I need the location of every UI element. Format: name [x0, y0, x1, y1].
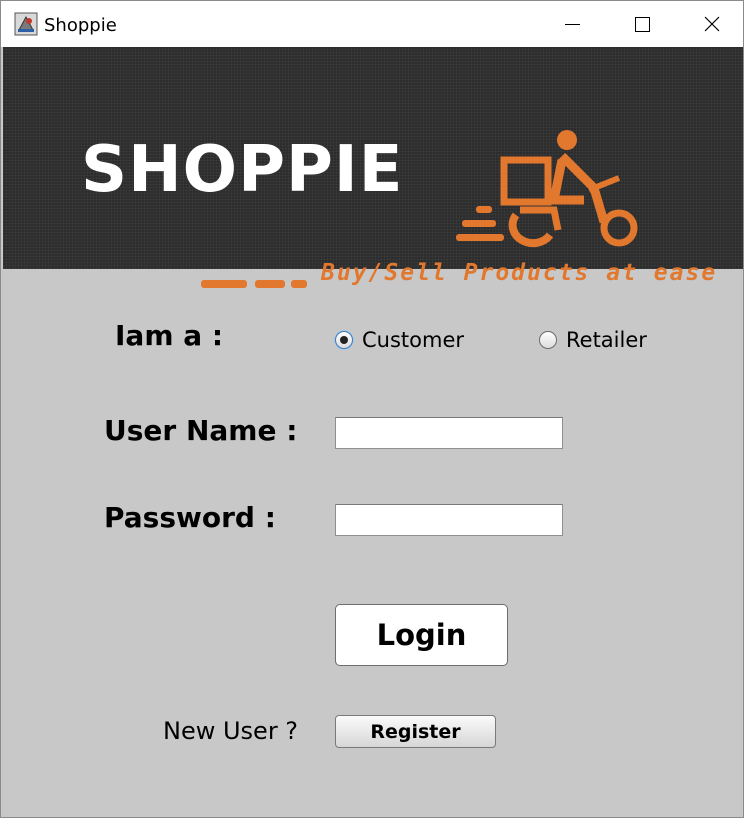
radio-retailer-label: Retailer — [566, 328, 647, 352]
minimize-icon — [565, 24, 580, 25]
password-input[interactable] — [335, 504, 563, 536]
close-button[interactable] — [682, 1, 742, 47]
role-label: Iam a : — [115, 319, 224, 352]
delivery-scooter-logo — [456, 130, 638, 248]
java-app-icon — [14, 12, 38, 36]
window-title: Shoppie — [44, 15, 117, 36]
radio-customer-label: Customer — [362, 328, 465, 352]
close-icon — [704, 16, 720, 32]
brand-banner: SHOPPIE Buy/Sell Products at ease — [3, 47, 743, 288]
username-label: User Name : — [104, 414, 298, 447]
maximize-icon — [635, 17, 650, 32]
radio-customer-indicator[interactable] — [335, 331, 353, 349]
new-user-label: New User ? — [163, 717, 299, 745]
maximize-button[interactable] — [612, 1, 672, 47]
radio-retailer-indicator[interactable] — [539, 331, 557, 349]
username-input[interactable] — [335, 417, 563, 449]
speed-dashes-decoration — [201, 280, 307, 288]
minimize-button[interactable] — [542, 1, 602, 47]
radio-retailer[interactable]: Retailer — [539, 328, 647, 352]
app-window: Shoppie SHOPPIE Buy/Sell Products at eas… — [0, 0, 744, 818]
register-button[interactable]: Register — [335, 715, 496, 748]
login-button[interactable]: Login — [335, 604, 508, 666]
brand-logo-text: SHOPPIE — [81, 133, 404, 207]
brand-tagline: Buy/Sell Products at ease — [321, 260, 718, 286]
radio-customer[interactable]: Customer — [335, 328, 464, 352]
title-bar[interactable]: Shoppie — [1, 1, 743, 47]
password-label: Password : — [104, 501, 276, 534]
